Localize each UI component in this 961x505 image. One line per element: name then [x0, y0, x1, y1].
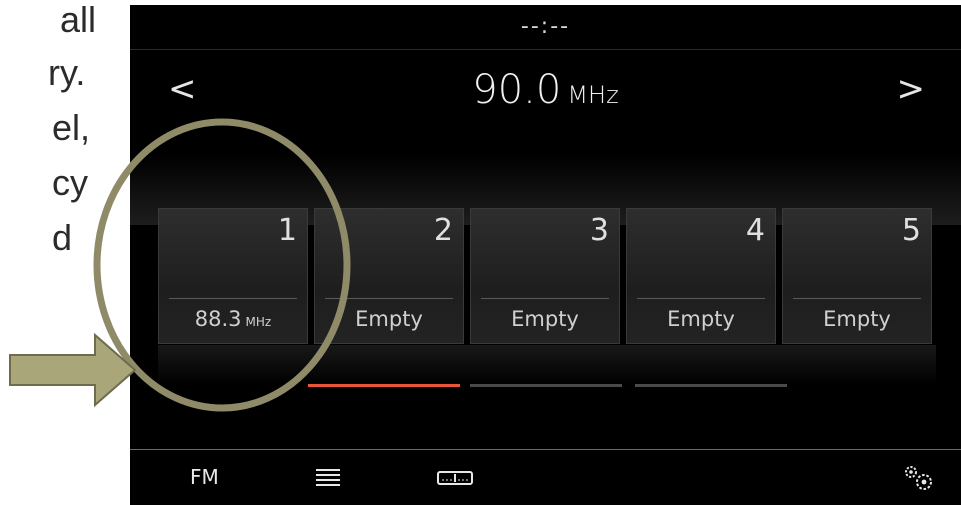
preset-number: 1 [277, 213, 297, 248]
page-indicator-active[interactable] [308, 384, 460, 387]
slide-text-line: cy [52, 162, 88, 203]
preset-button-2[interactable]: 2 Empty [314, 208, 464, 344]
tuner-scale-icon[interactable] [436, 450, 476, 505]
next-station-button[interactable]: > [897, 67, 926, 111]
slide-text-line: el, [52, 107, 91, 148]
preset-button-5[interactable]: 5 Empty [782, 208, 932, 344]
preset-label: Empty [511, 307, 579, 331]
preset-button-1[interactable]: 1 88.3 MHz [158, 208, 308, 344]
slide-text-line: d [52, 217, 73, 258]
settings-gears-icon[interactable] [897, 450, 939, 505]
band-fm-button[interactable]: FM [190, 450, 219, 505]
bottom-bar: FM [130, 449, 961, 505]
slide-text-line: all [60, 0, 97, 40]
current-frequency: 90.0 MHz [130, 65, 961, 120]
preset-divider [169, 298, 297, 299]
preset-divider [481, 298, 609, 299]
radio-screen: --:-- < 90.0 MHz > 1 88.3 MHz 2 Empty 3 Em… [130, 5, 961, 505]
preset-label: Empty [667, 307, 735, 331]
preset-divider [325, 298, 453, 299]
preset-list: 1 88.3 MHz 2 Empty 3 Empty 4 Empty 5 Empt… [158, 208, 936, 344]
preset-unit: MHz [245, 315, 272, 329]
frequency-unit: MHz [567, 81, 619, 109]
preset-number: 5 [901, 213, 921, 248]
preset-reflection [158, 345, 936, 385]
preset-button-4[interactable]: 4 Empty [626, 208, 776, 344]
clock: --:-- [130, 5, 961, 50]
page-indicator[interactable] [635, 384, 787, 387]
preset-number: 3 [589, 213, 609, 248]
preset-number: 2 [433, 213, 453, 248]
frequency-value: 90.0 [472, 67, 562, 113]
preset-label: 88.3 MHz [159, 307, 307, 331]
preset-frequency: 88.3 [194, 307, 242, 331]
preset-divider [793, 298, 921, 299]
preset-label: Empty [823, 307, 891, 331]
preset-button-3[interactable]: 3 Empty [470, 208, 620, 344]
slide-text-line: ry. [48, 52, 86, 93]
preset-divider [637, 298, 765, 299]
preset-number: 4 [745, 213, 765, 248]
page-indicator[interactable] [470, 384, 622, 387]
preset-label: Empty [355, 307, 423, 331]
list-icon[interactable] [316, 450, 340, 505]
slide-text: all ry. el, cy d [0, 0, 130, 505]
